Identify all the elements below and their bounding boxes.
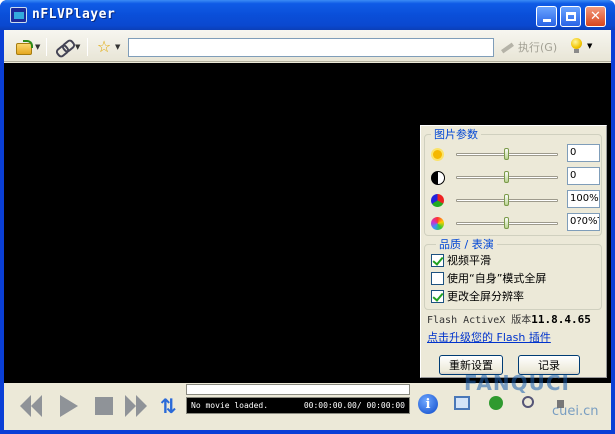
execute-button[interactable]: 执行(G) [500, 38, 557, 56]
zoom-button[interactable] [520, 393, 540, 415]
play-button[interactable] [58, 395, 80, 417]
open-file-button[interactable]: ▼ [16, 38, 40, 56]
toolbar: ▼ ▼ ☆ ▼ 执行(G) ▼ [4, 30, 611, 62]
checkbox[interactable] [431, 289, 444, 303]
settings-panel: 图片参数 0 0 100% 0?0%T 品质 / 表演 视频平滑使用“自身”模式全屏更… [420, 125, 607, 378]
status-display: No movie loaded. 00:00:00.00/ 00:00:00 [186, 397, 410, 414]
star-icon: ☆ [96, 37, 112, 56]
slider-value-input[interactable]: 0 [567, 144, 600, 162]
dropdown-arrow-icon: ▼ [35, 43, 41, 51]
checkbox-row[interactable]: 更改全屏分辨率 [431, 288, 524, 304]
slider-row: 0?0%T [425, 213, 601, 233]
contrast-icon [430, 170, 445, 185]
quality-label: 品质 / 表演 [436, 236, 497, 252]
flash-version-number: 11.8.4.65 [531, 313, 591, 326]
slider-row: 0 [425, 144, 601, 164]
maximize-button[interactable] [560, 6, 581, 27]
loop-icon: ⇅ [160, 394, 177, 418]
lightbulb-icon [570, 38, 584, 53]
loop-button[interactable]: ⇅ [160, 395, 180, 417]
info-icon[interactable]: i [418, 394, 438, 414]
rewind-button[interactable] [20, 395, 44, 417]
checkbox[interactable] [431, 271, 444, 285]
minimize-icon [542, 19, 551, 22]
hue-icon [430, 216, 445, 231]
toolbar-separator [46, 38, 47, 56]
fast-forward-button[interactable] [125, 395, 149, 417]
slider-thumb[interactable] [504, 194, 509, 206]
magnifier-icon [522, 396, 534, 408]
slider-value-input[interactable]: 0 [567, 167, 600, 185]
flash-version-text: Flash ActiveX 版本11.8.4.65 [427, 311, 591, 326]
link-icon [56, 39, 72, 55]
close-button[interactable]: ✕ [585, 6, 606, 27]
seek-bar[interactable] [186, 384, 410, 395]
globe-icon [489, 396, 503, 410]
checkbox-label: 更改全屏分辨率 [447, 290, 524, 303]
dropdown-arrow-icon: ▼ [75, 43, 81, 51]
saturation-icon [430, 193, 445, 208]
slider-row: 100% [425, 190, 601, 210]
status-text: No movie loaded. [191, 401, 269, 410]
upgrade-flash-link[interactable]: 点击升级您的 Flash 插件 [427, 329, 551, 345]
dropdown-arrow-icon: ▼ [115, 43, 121, 51]
open-url-button[interactable]: ▼ [56, 38, 80, 56]
slider-value-input[interactable]: 0?0%T [567, 213, 600, 231]
brightness-icon [430, 147, 445, 162]
url-input[interactable] [128, 38, 494, 57]
checkbox-row[interactable]: 使用“自身”模式全屏 [431, 270, 546, 286]
dropdown-arrow-icon: ▼ [587, 41, 593, 50]
close-icon: ✕ [590, 9, 601, 24]
title-bar[interactable]: nFLVPlayer ✕ [0, 0, 615, 30]
checkbox-label: 视频平滑 [447, 254, 491, 267]
client-area: ▼ ▼ ☆ ▼ 执行(G) ▼ 图片参数 0 0 100% 0?0% 品质 / … [4, 30, 611, 430]
image-params-label: 图片参数 [431, 126, 481, 142]
screenshot-button[interactable] [452, 393, 472, 415]
slider-value-input[interactable]: 100% [567, 190, 600, 208]
stop-button[interactable] [94, 395, 114, 417]
execute-label: 执行(G) [518, 41, 558, 54]
stop-icon [95, 397, 113, 415]
maximize-icon [565, 12, 576, 21]
watermark-site: cuei.cn [552, 404, 599, 419]
watermark-logo: FANQUCI [464, 371, 570, 395]
open-folder-icon [16, 40, 33, 55]
execute-icon [500, 40, 516, 54]
window-title: nFLVPlayer [32, 7, 116, 22]
checkbox[interactable] [431, 253, 444, 267]
tips-button[interactable]: ▼ [570, 38, 592, 53]
video-export-button[interactable] [486, 393, 506, 415]
screenshot-icon [454, 396, 470, 410]
favorites-button[interactable]: ☆ ▼ [96, 37, 121, 56]
slider-thumb[interactable] [504, 148, 509, 160]
flash-version-prefix: Flash ActiveX 版本 [427, 315, 532, 326]
checkbox-row[interactable]: 视频平滑 [431, 252, 491, 268]
slider-thumb[interactable] [504, 217, 509, 229]
slider-row: 0 [425, 167, 601, 187]
checkbox-label: 使用“自身”模式全屏 [447, 272, 547, 285]
app-window: nFLVPlayer ✕ ▼ ▼ ☆ ▼ 执行(G) ▼ 图片参数 0 0 10… [0, 0, 615, 434]
toolbar-separator [87, 38, 88, 56]
play-icon [60, 395, 78, 417]
time-display: 00:00:00.00/ 00:00:00 [303, 401, 405, 410]
minimize-button[interactable] [536, 6, 557, 27]
slider-thumb[interactable] [504, 171, 509, 183]
app-icon[interactable] [10, 7, 27, 23]
